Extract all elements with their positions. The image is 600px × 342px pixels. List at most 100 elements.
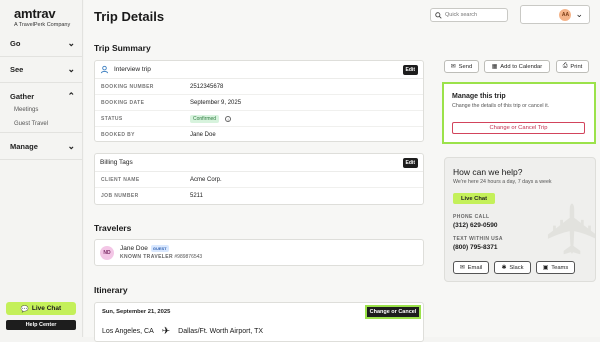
print-label: Print: [570, 63, 583, 70]
sidebar-item-guest-travel[interactable]: Guest Travel: [14, 121, 48, 127]
row-value: Jane Doe: [190, 132, 216, 138]
known-traveler-value: #989876543: [174, 254, 203, 260]
help-title: How can we help?: [453, 167, 523, 177]
row-key: STATUS: [101, 115, 123, 122]
phone-label: PHONE CALL: [453, 214, 490, 220]
trip-summary-title: Trip Summary: [94, 43, 151, 53]
table-row: BOOKED BY Jane Doe: [95, 127, 423, 143]
printer-icon: ⎙: [562, 63, 568, 69]
main-content: Trip Details AA ⌄ Trip Summary Interview…: [84, 0, 600, 342]
send-button[interactable]: ✉ Send: [444, 60, 479, 73]
known-traveler-row: KNOWN TRAVELER #989876543: [120, 254, 202, 260]
row-value: 5211: [190, 193, 203, 199]
traveler-avatar: ND: [100, 245, 114, 260]
change-or-cancel-button[interactable]: Change or Cancel: [365, 305, 421, 319]
chevron-down-icon: ⌄: [67, 38, 75, 48]
airplane-watermark-icon: ✈: [533, 200, 595, 259]
chat-icon: 💬: [20, 305, 29, 313]
envelope-icon: ✉: [450, 63, 456, 70]
row-value: September 9, 2025: [190, 99, 242, 106]
destination: Dallas/Ft. Worth Airport, TX: [178, 328, 264, 335]
account-menu[interactable]: AA ⌄: [520, 5, 590, 24]
teams-icon: ▣: [542, 264, 549, 271]
table-row: BOOKING NUMBER 2512345678: [95, 79, 423, 95]
teams-button[interactable]: ▣ Teams: [536, 261, 575, 274]
chevron-down-icon: ⌄: [67, 141, 75, 151]
table-row: JOB NUMBER 5211: [95, 188, 423, 204]
row-key: BOOKING DATE: [101, 99, 145, 106]
trip-name: Interview trip: [114, 66, 151, 73]
traveler-name-row: Jane Doe GUEST: [120, 245, 202, 252]
text-label: TEXT WITHIN USA: [453, 236, 503, 242]
row-value: Acme Corp.: [190, 176, 222, 183]
chevron-up-icon: ⌃: [67, 90, 75, 101]
help-live-chat-button[interactable]: Live Chat: [453, 193, 495, 204]
row-key: BOOKING NUMBER: [101, 83, 154, 90]
envelope-icon: ✉: [459, 264, 465, 271]
send-label: Send: [458, 63, 473, 70]
guest-badge: GUEST: [150, 245, 169, 252]
edit-billing-button[interactable]: Edit: [402, 157, 418, 168]
origin: Los Angeles, CA: [102, 328, 154, 335]
traveler-name: Jane Doe: [120, 245, 148, 252]
manage-subtitle: Change the details of this trip or cance…: [452, 103, 550, 109]
traveler-card[interactable]: ND Jane Doe GUEST KNOWN TRAVELER #989876…: [94, 239, 424, 266]
slack-label: Slack: [509, 264, 524, 271]
slack-button[interactable]: ✱ Slack: [494, 261, 531, 274]
trip-summary-header: Interview trip Edit: [95, 61, 423, 79]
search-input[interactable]: [445, 12, 505, 18]
nav-section-label: See: [10, 65, 24, 74]
table-row: STATUS Confirmed i: [95, 111, 423, 127]
help-panel: ✈ How can we help? We're here 24 hours a…: [444, 157, 596, 282]
nav-section-label: Go: [10, 39, 21, 48]
airplane-icon: ✈: [161, 326, 171, 337]
nav-section-see[interactable]: See ⌄: [0, 57, 83, 83]
brand-name: amtrav: [14, 6, 56, 21]
help-center-button[interactable]: Help Center: [6, 320, 76, 330]
trip-summary-card: Interview trip Edit BOOKING NUMBER 25123…: [94, 60, 424, 142]
billing-header: Billing Tags Edit: [95, 154, 423, 172]
brand-sub: A TravelPerk Company: [14, 22, 71, 28]
info-icon[interactable]: i: [225, 115, 232, 122]
nav-section-go[interactable]: Go ⌄: [0, 31, 83, 57]
sidebar: amtrav A TravelPerk Company Go ⌄ See ⌄ G…: [0, 0, 83, 337]
search-icon: [435, 11, 442, 19]
page-title: Trip Details: [94, 9, 165, 24]
billing-title: Billing Tags: [100, 159, 133, 166]
known-traveler-label: KNOWN TRAVELER: [120, 254, 174, 260]
calendar-label: Add to Calendar: [500, 63, 543, 70]
itinerary-route: Los Angeles, CA ✈ Dallas/Ft. Worth Airpo…: [102, 326, 263, 337]
logo[interactable]: amtrav A TravelPerk Company: [14, 6, 71, 29]
row-key: BOOKED BY: [101, 132, 135, 138]
table-row: BOOKING DATE September 9, 2025: [95, 95, 423, 111]
phone-number[interactable]: (312) 629-0590: [453, 222, 497, 229]
avatar: AA: [559, 8, 572, 21]
itinerary-card: Sun, September 21, 2025 Change or Cancel…: [94, 302, 424, 342]
travelers-title: Travelers: [94, 223, 132, 233]
row-key: JOB NUMBER: [101, 193, 139, 199]
email-label: Email: [467, 264, 483, 271]
change-or-cancel-trip-button[interactable]: Change or Cancel Trip: [452, 122, 585, 134]
sidebar-item-meetings[interactable]: Meetings: [14, 107, 38, 113]
divider: [0, 132, 83, 133]
itinerary-title: Itinerary: [94, 285, 128, 295]
slack-icon: ✱: [501, 264, 507, 271]
manage-title: Manage this trip: [452, 93, 506, 100]
text-number[interactable]: (800) 795-8371: [453, 244, 497, 251]
live-chat-button[interactable]: 💬 Live Chat: [6, 302, 76, 315]
manage-trip-panel: Manage this trip Change the details of t…: [442, 82, 596, 144]
billing-tags-card: Billing Tags Edit CLIENT NAME Acme Corp.…: [94, 153, 424, 205]
nav-section-gather[interactable]: Gather ⌃: [0, 83, 83, 109]
print-button[interactable]: ⎙ Print: [556, 60, 589, 73]
itinerary-date: Sun, September 21, 2025: [102, 309, 171, 315]
help-subtitle: We're here 24 hours a day, 7 days a week: [453, 179, 552, 185]
calendar-icon: ▦: [491, 63, 498, 70]
email-button[interactable]: ✉ Email: [453, 261, 489, 274]
quick-search[interactable]: [430, 8, 508, 22]
chevron-down-icon: ⌄: [67, 64, 75, 74]
nav-section-manage[interactable]: Manage ⌄: [0, 134, 83, 160]
add-to-calendar-button[interactable]: ▦ Add to Calendar: [484, 60, 550, 73]
row-value: 2512345678: [190, 83, 224, 90]
status-badge: Confirmed: [190, 114, 220, 123]
edit-trip-button[interactable]: Edit: [402, 64, 418, 75]
